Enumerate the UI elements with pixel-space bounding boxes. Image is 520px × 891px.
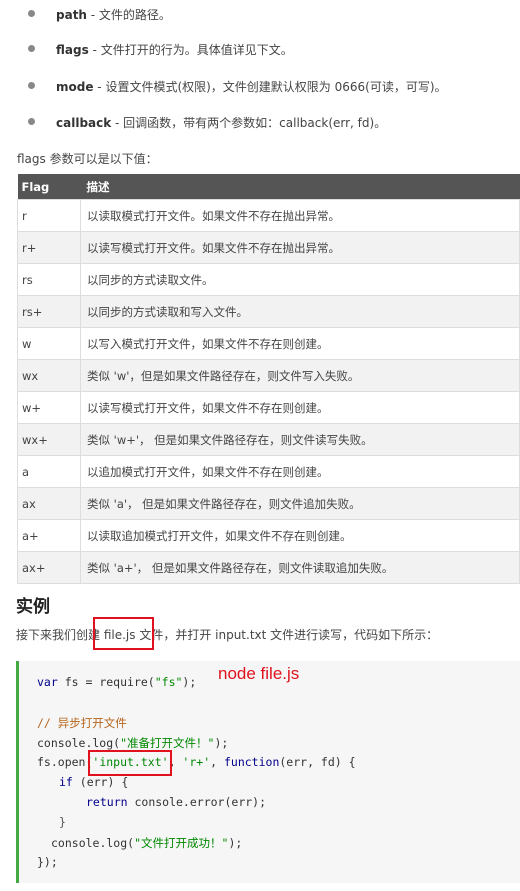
- param-item-mode: mode - 设置文件模式(权限)，文件创建默认权限为 0666(可读，可写)。: [0, 76, 520, 98]
- param-desc: - 文件打开的行为。具体值详见下文。: [88, 43, 293, 57]
- description-cell: 类似 'w'，但是如果文件路径存在，则文件写入失败。: [80, 359, 520, 392]
- param-name: flags: [56, 43, 89, 57]
- param-desc: - 文件的路径。: [86, 8, 171, 22]
- description-cell: 类似 'a'， 但是如果文件路径存在，则文件追加失败。: [80, 487, 520, 520]
- highlight-box-input-txt: [88, 750, 172, 776]
- flag-cell: wx+: [17, 423, 81, 456]
- flag-cell: w+: [17, 391, 81, 424]
- description-cell: 以读取模式打开文件。如果文件不存在抛出异常。: [80, 199, 520, 232]
- description-cell: 以追加模式打开文件，如果文件不存在则创建。: [80, 455, 520, 488]
- bullet-icon: [28, 10, 35, 17]
- flag-cell: w: [17, 327, 81, 360]
- table-row: a+ 以读取追加模式打开文件，如果文件不存在则创建。: [17, 519, 520, 552]
- annotation-node-file-js: node file.js: [218, 664, 300, 683]
- code-line: });: [37, 855, 58, 869]
- description-cell: 以读写模式打开文件。如果文件不存在抛出异常。: [80, 231, 520, 264]
- example-description: 接下来我们创建 file.js 文件，并打开 input.txt 文件进行读写，…: [16, 626, 438, 643]
- highlight-box-file-js: [93, 617, 154, 650]
- table-row: rs+ 以同步的方式读取和写入文件。: [17, 295, 520, 328]
- flag-cell: r: [17, 199, 81, 232]
- param-name: callback: [56, 116, 112, 130]
- flags-table: Flag 描述 r 以读取模式打开文件。如果文件不存在抛出异常。 r+ 以读写模式打…: [17, 174, 520, 584]
- sentence-start: 接下来我们创建: [16, 628, 104, 642]
- flag-cell: rs: [17, 263, 81, 296]
- table-row: ax+ 类似 'a+'， 但是如果文件路径存在，则文件读取追加失败。: [17, 551, 520, 584]
- flag-cell: a+: [17, 519, 81, 552]
- description-cell: 以读写模式打开文件，如果文件不存在则创建。: [80, 391, 520, 424]
- param-desc: - 设置文件模式(权限)，文件创建默认权限为 0666(可读，可写)。: [93, 80, 447, 94]
- code-line: return console.error(err);: [86, 795, 267, 809]
- column-header-flag: Flag: [17, 174, 81, 200]
- flag-cell: r+: [17, 231, 81, 264]
- bullet-icon: [28, 118, 35, 125]
- param-item-path: path - 文件的路径。: [0, 4, 520, 26]
- flag-cell: a: [17, 455, 81, 488]
- table-row: w 以写入模式打开文件，如果文件不存在则创建。: [17, 327, 520, 360]
- table-header-row: Flag 描述: [17, 174, 520, 200]
- description-cell: 以写入模式打开文件，如果文件不存在则创建。: [80, 327, 520, 360]
- table-row: w+ 以读写模式打开文件，如果文件不存在则创建。: [17, 391, 520, 424]
- bullet-icon: [28, 45, 35, 52]
- flags-intro: flags 参数可以是以下值：: [17, 152, 158, 166]
- table-row: wx+ 类似 'w+'， 但是如果文件路径存在，则文件读写失败。: [17, 423, 520, 456]
- code-line: }: [59, 815, 66, 829]
- code-line: var fs = require("fs");: [37, 675, 197, 689]
- code-line: fs.open('input.txt', 'r+', function(err,…: [37, 755, 356, 769]
- table-row: r 以读取模式打开文件。如果文件不存在抛出异常。: [17, 199, 520, 232]
- flag-cell: wx: [17, 359, 81, 392]
- param-desc: - 回调函数，带有两个参数如：callback(err, fd)。: [111, 116, 387, 130]
- table-row: wx 类似 'w'，但是如果文件路径存在，则文件写入失败。: [17, 359, 520, 392]
- param-item-callback: callback - 回调函数，带有两个参数如：callback(err, fd…: [0, 112, 520, 134]
- bullet-icon: [28, 82, 35, 89]
- code-line: console.log("准备打开文件！");: [37, 736, 229, 750]
- code-line: console.log("文件打开成功！");: [51, 836, 243, 850]
- column-header-description: 描述: [80, 174, 520, 200]
- description-cell: 类似 'a+'， 但是如果文件路径存在，则文件读取追加失败。: [80, 551, 520, 584]
- flag-cell: ax: [17, 487, 81, 520]
- table-row: a 以追加模式打开文件，如果文件不存在则创建。: [17, 455, 520, 488]
- code-line: if (err) {: [59, 775, 129, 789]
- flag-cell: ax+: [17, 551, 81, 584]
- sentence-end: 文件，并打开 input.txt 文件进行读写，代码如下所示：: [135, 628, 439, 642]
- table-row: r+ 以读写模式打开文件。如果文件不存在抛出异常。: [17, 231, 520, 264]
- table-row: ax 类似 'a'， 但是如果文件路径存在，则文件追加失败。: [17, 487, 520, 520]
- param-name: mode: [56, 80, 94, 94]
- table-row: rs 以同步的方式读取文件。: [17, 263, 520, 296]
- flag-cell: rs+: [17, 295, 81, 328]
- description-cell: 以读取追加模式打开文件，如果文件不存在则创建。: [80, 519, 520, 552]
- description-cell: 以同步的方式读取文件。: [80, 263, 520, 296]
- param-item-flags: flags - 文件打开的行为。具体值详见下文。: [0, 39, 520, 61]
- description-cell: 类似 'w+'， 但是如果文件路径存在，则文件读写失败。: [80, 423, 520, 456]
- example-heading: 实例: [16, 597, 50, 617]
- param-name: path: [56, 8, 87, 22]
- description-cell: 以同步的方式读取和写入文件。: [80, 295, 520, 328]
- code-comment: // 异步打开文件: [37, 716, 127, 730]
